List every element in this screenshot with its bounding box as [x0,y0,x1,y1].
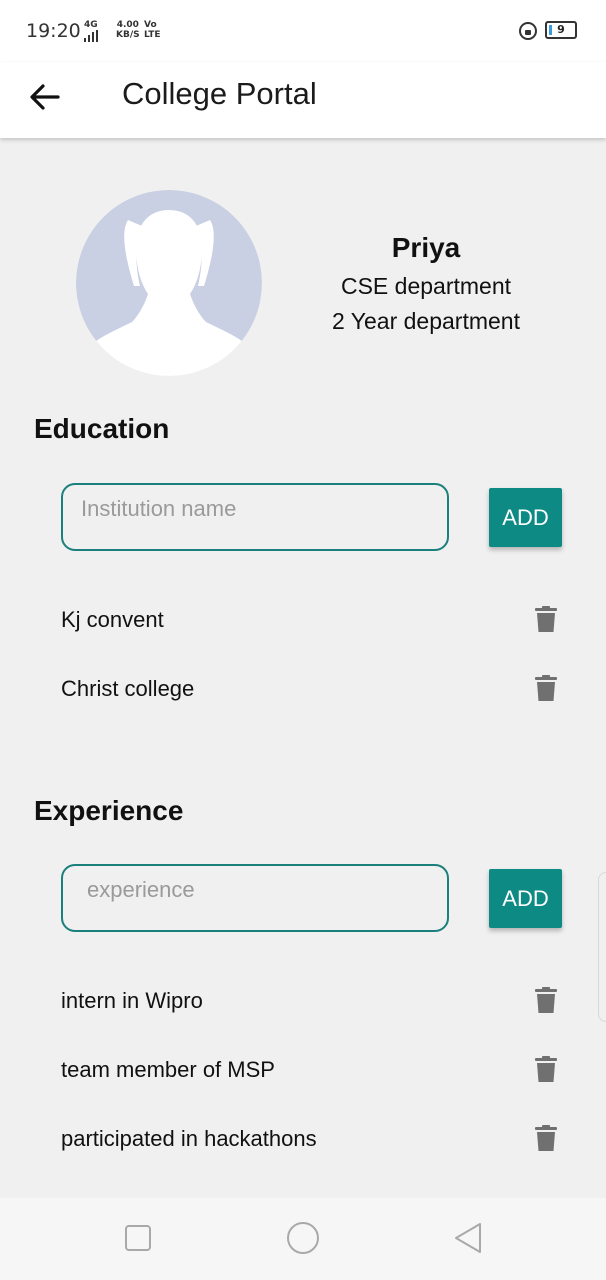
arrow-left-icon[interactable] [28,80,62,114]
circle-icon[interactable] [287,1222,319,1254]
experience-item: participated in hackathons [61,1126,317,1151]
person-silhouette-icon [76,190,262,376]
experience-item: intern in Wipro [61,988,203,1013]
speed-unit: KB/S [116,30,140,40]
page-title: College Portal [122,76,317,111]
status-bar: 19:20 4G 4.00 KB/S Vo LTE 9 [0,0,606,62]
experience-item: team member of MSP [61,1057,275,1082]
add-experience-button[interactable]: ADD [489,869,562,928]
battery-icon: 9 [545,21,577,39]
profile-year: 2 Year department [332,308,520,334]
trash-icon[interactable] [535,1056,557,1082]
speed-value: 4.00 [116,20,139,30]
trash-icon[interactable] [535,675,557,701]
profile-department: CSE department [340,273,512,299]
network-type: 4G [84,20,98,30]
status-time: 19:20 [26,20,81,42]
trash-icon[interactable] [535,987,557,1013]
app-bar: College Portal [0,62,606,138]
rotation-lock-icon [519,22,537,40]
institution-input[interactable] [61,483,449,551]
add-education-button[interactable]: ADD [489,488,562,547]
volte-bottom: LTE [144,30,161,40]
edge-panel-handle[interactable] [598,872,606,1022]
square-icon[interactable] [125,1225,151,1251]
triangle-back-icon[interactable] [453,1222,483,1254]
education-item: Kj convent [61,607,164,632]
trash-icon[interactable] [535,606,557,632]
profile-name: Priya [391,232,461,263]
network-speed: 4.00 KB/S [116,20,140,40]
education-title: Education [34,413,170,444]
volte-top: Vo [144,20,157,30]
signal-icon [84,30,98,42]
system-nav-bar [0,1198,606,1280]
education-item: Christ college [61,676,195,701]
trash-icon[interactable] [535,1125,557,1151]
experience-title: Experience [34,795,184,826]
volte-indicator: Vo LTE [144,20,161,40]
experience-input[interactable] [61,864,449,932]
network-indicator: 4G [84,20,98,42]
